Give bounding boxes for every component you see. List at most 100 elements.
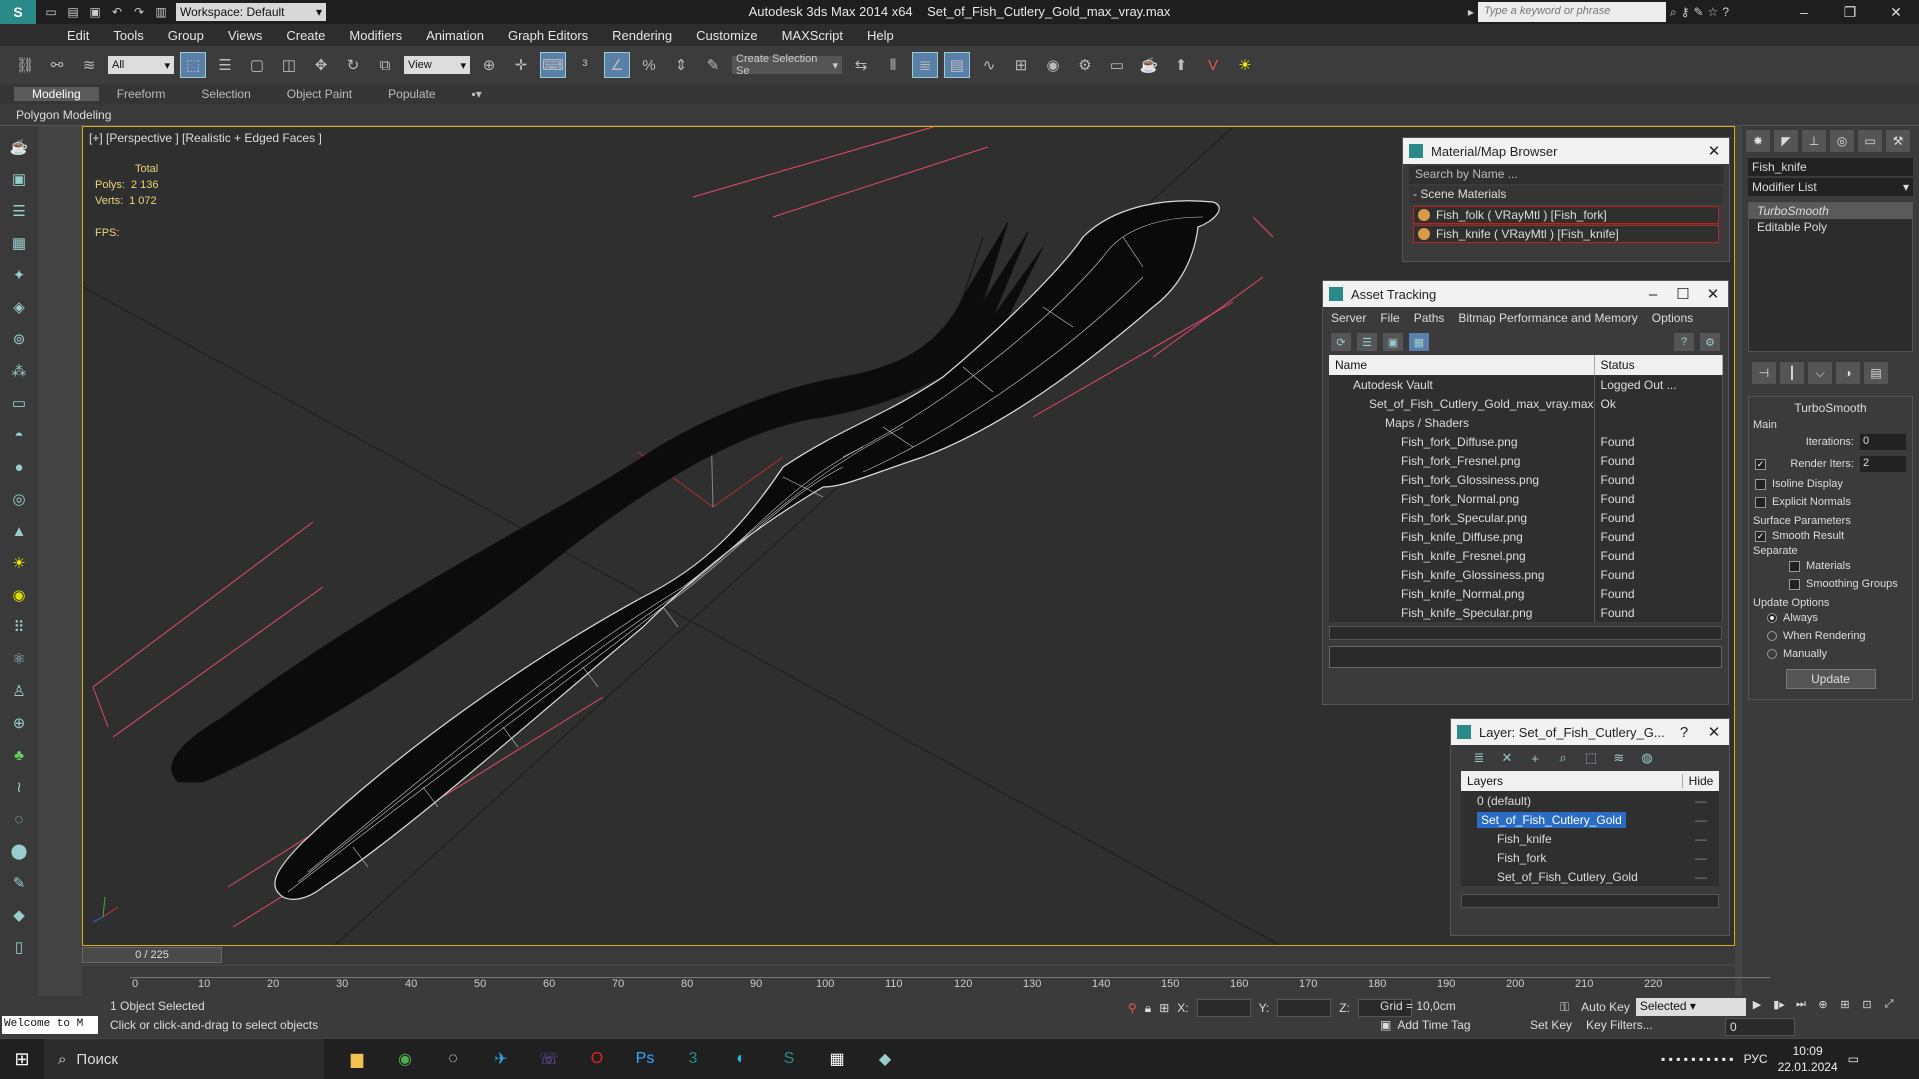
ring-icon[interactable]: ◌ <box>6 806 32 832</box>
viewport-label[interactable]: [+] [Perspective ] [Realistic + Edged Fa… <box>89 131 322 145</box>
object-name-field[interactable]: Fish_knife <box>1748 158 1913 176</box>
rectangle-selection-icon[interactable]: ▢ <box>244 52 270 78</box>
material-item[interactable]: Fish_folk ( VRayMtl ) [Fish_fork] <box>1413 206 1719 224</box>
render-iters-checkbox[interactable]: ✓ <box>1755 458 1766 470</box>
material-search-input[interactable]: Search by Name ... <box>1409 166 1723 184</box>
iterations-spinner[interactable]: 0 <box>1860 434 1906 450</box>
help-icon[interactable]: ? <box>1722 5 1729 19</box>
close-icon[interactable]: ✕ <box>1873 0 1919 24</box>
redo-icon[interactable]: ↷ <box>130 4 148 20</box>
table-view-icon[interactable]: ▦ <box>1409 333 1429 351</box>
percent-snap-icon[interactable]: % <box>636 52 662 78</box>
chrome-icon[interactable]: ◉ <box>388 1042 422 1076</box>
figure-icon[interactable]: ♙ <box>6 678 32 704</box>
viber-icon[interactable]: ☏ <box>532 1042 566 1076</box>
delete-layer-icon[interactable]: ✕ <box>1497 749 1517 767</box>
table-row[interactable]: Fish_fork_Fresnel.png Found <box>1329 451 1724 470</box>
torus-icon[interactable]: ◎ <box>6 486 32 512</box>
table-row[interactable]: Set_of_Fish_Cutlery_Gold_max_vray.max Ok <box>1329 394 1724 413</box>
dots-icon[interactable]: ⠿ <box>6 614 32 640</box>
unlink-icon[interactable]: ⚯ <box>44 52 70 78</box>
table-row[interactable]: Fish_knife_Fresnel.png Found <box>1329 546 1724 565</box>
list-view-icon[interactable]: ☰ <box>1357 333 1377 351</box>
add-time-tag[interactable]: ▣ Add Time Tag <box>1380 1018 1471 1032</box>
table-row[interactable]: Fish_knife_Specular.png Found <box>1329 603 1724 622</box>
pivot-center-icon[interactable]: ⊕ <box>476 52 502 78</box>
lock-icon[interactable]: 🔒︎ <box>1145 1001 1151 1016</box>
keyboard-shortcut-icon[interactable]: ⌨ <box>540 52 566 78</box>
light-icon[interactable]: ✦ <box>6 262 32 288</box>
tab-modeling[interactable]: Modeling <box>14 87 99 101</box>
menu-rendering[interactable]: Rendering <box>600 28 684 43</box>
time-slider-thumb[interactable]: 0 / 225 <box>82 947 222 963</box>
move-icon[interactable]: ✥ <box>308 52 334 78</box>
table-row[interactable]: Fish_knife_Normal.png Found <box>1329 584 1724 603</box>
scale-icon[interactable]: ⧉ <box>372 52 398 78</box>
modify-tab-icon[interactable]: ◤ <box>1774 130 1798 152</box>
schematic-view-icon[interactable]: ⊞ <box>1008 52 1034 78</box>
menu-options[interactable]: Options <box>1652 311 1693 325</box>
help-icon[interactable]: ? <box>1669 724 1699 741</box>
select-layer-icon[interactable]: ⬚ <box>1581 749 1601 767</box>
menu-group[interactable]: Group <box>156 28 216 43</box>
asset-status-field[interactable] <box>1329 646 1722 668</box>
table-row[interactable]: Autodesk Vault Logged Out ... <box>1329 375 1724 394</box>
help-icon[interactable]: ? <box>1674 333 1694 351</box>
motion-tab-icon[interactable]: ◎ <box>1830 130 1854 152</box>
sun-icon[interactable]: ☀ <box>1232 52 1258 78</box>
utilities-tab-icon[interactable]: ⚒ <box>1886 130 1910 152</box>
app-icon[interactable]: ◌ <box>436 1042 470 1076</box>
close-icon[interactable]: ✕ <box>1699 142 1729 160</box>
when-rendering-radio[interactable] <box>1767 631 1777 641</box>
track-bar[interactable]: 0 10 20 30 40 50 60 70 80 90 100 110 120… <box>82 966 1770 996</box>
menu-create[interactable]: Create <box>274 28 337 43</box>
maximize-viewport-icon[interactable]: ⤢ <box>1880 998 1898 1014</box>
close-icon[interactable]: ✕ <box>1698 285 1728 303</box>
materials-checkbox[interactable] <box>1789 560 1800 572</box>
zoom-icon[interactable]: ⊕ <box>1814 998 1832 1014</box>
play-icon[interactable]: ▶ <box>1748 998 1766 1014</box>
remove-modifier-icon[interactable]: ◑ <box>1836 362 1860 384</box>
pin-stack-icon[interactable]: ⊣ <box>1752 362 1776 384</box>
thumbnail-view-icon[interactable]: ▣ <box>1383 333 1403 351</box>
previous-frame-icon[interactable]: ◂▮ <box>1726 998 1744 1014</box>
show-end-result-icon[interactable]: ┃ <box>1780 362 1804 384</box>
smoothing-groups-checkbox[interactable] <box>1789 578 1800 590</box>
menu-file[interactable]: File <box>1380 311 1399 325</box>
menu-server[interactable]: Server <box>1331 311 1366 325</box>
time-slider[interactable]: 0 / 225 <box>82 946 1735 964</box>
rotate-icon[interactable]: ↻ <box>340 52 366 78</box>
open-file-icon[interactable]: ▤ <box>64 4 82 20</box>
next-frame-icon[interactable]: ▮▸ <box>1770 998 1788 1014</box>
add-to-layer-icon[interactable]: + <box>1525 749 1545 767</box>
manually-radio[interactable] <box>1767 649 1777 659</box>
stack-item-turbosmooth[interactable]: TurboSmooth <box>1749 203 1912 219</box>
stack-item-editable-poly[interactable]: Editable Poly <box>1749 219 1912 235</box>
widgets-icon[interactable]: ▦ <box>820 1042 854 1076</box>
horizontal-scrollbar[interactable] <box>1329 626 1722 640</box>
expand-icon[interactable]: ▸ <box>1468 5 1474 19</box>
horizontal-scrollbar[interactable] <box>1461 894 1719 908</box>
menu-maxscript[interactable]: MAXScript <box>770 28 855 43</box>
manipulate-icon[interactable]: ✛ <box>508 52 534 78</box>
align-icon[interactable]: ⫴ <box>880 52 906 78</box>
tab-selection[interactable]: Selection <box>183 87 268 101</box>
select-by-name-icon[interactable]: ☰ <box>212 52 238 78</box>
layer-row[interactable]: Fish_fork — <box>1461 848 1719 867</box>
absolute-mode-icon[interactable]: ⊞ <box>1159 1001 1169 1015</box>
molecule-icon[interactable]: ⚛ <box>6 646 32 672</box>
zoom-all-icon[interactable]: ⊞ <box>1836 998 1854 1014</box>
render-iterative-icon[interactable]: ⬆ <box>1168 52 1194 78</box>
grid-icon[interactable]: ▦ <box>6 230 32 256</box>
layer-row[interactable]: Set_of_Fish_Cutlery_Gold — <box>1461 867 1719 886</box>
render-setup-icon[interactable]: ⚙ <box>1072 52 1098 78</box>
edit-named-selection-icon[interactable]: ✎ <box>700 52 726 78</box>
hide-all-icon[interactable]: ◍ <box>1637 749 1657 767</box>
sphere-icon[interactable]: ● <box>6 454 32 480</box>
ribbon-options-icon[interactable]: ▪▾ <box>454 87 500 101</box>
y-field[interactable] <box>1277 999 1332 1017</box>
windows-start-icon[interactable]: ⊞ <box>0 1039 44 1079</box>
window-crossing-icon[interactable]: ◫ <box>276 52 302 78</box>
undo-icon[interactable]: ↶ <box>108 4 126 20</box>
set-current-layer-icon[interactable]: ≋ <box>1609 749 1629 767</box>
